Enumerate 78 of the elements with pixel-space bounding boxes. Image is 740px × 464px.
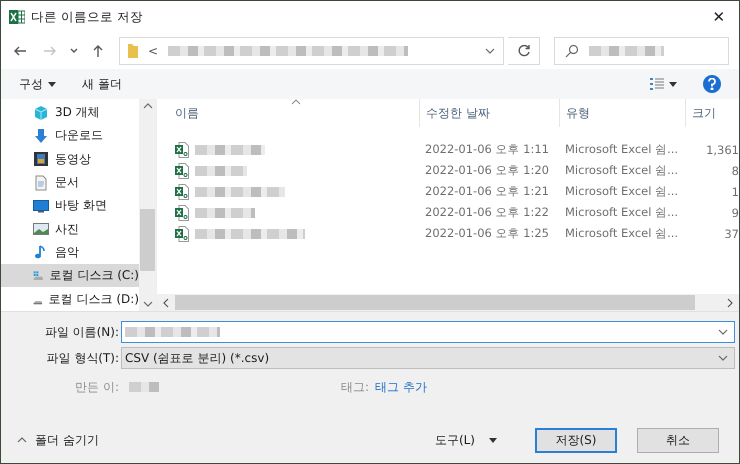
down-arrow-icon <box>33 128 49 144</box>
question-mark-icon <box>708 78 716 90</box>
back-arrow-icon <box>13 44 27 58</box>
chevron-down-icon <box>718 355 728 361</box>
field-label: 태그: <box>340 378 370 396</box>
tools-menu[interactable]: 도구(L) <box>428 430 503 450</box>
caret-icon <box>669 82 677 86</box>
vertical-scrollbar[interactable] <box>139 99 156 311</box>
sidebar-item[interactable]: 사진 <box>1 217 139 241</box>
field-label: 만든 이: <box>74 378 120 396</box>
search-icon <box>565 44 579 58</box>
pixelated-block <box>195 144 265 154</box>
caret-icon <box>48 82 56 86</box>
sidebar-item[interactable]: 문서 <box>1 170 139 194</box>
folder-icon <box>128 43 138 59</box>
document-icon <box>33 174 49 191</box>
cube-icon <box>33 104 49 121</box>
excel-file-icon <box>175 162 189 178</box>
sidebar-item[interactable]: 음악 <box>1 240 139 264</box>
column-header[interactable]: 수정한 날짜 <box>419 99 559 127</box>
chevron-left-icon <box>163 298 169 308</box>
sidebar-item[interactable]: 로컬 디스크 (D:) <box>1 287 139 311</box>
new-folder-button[interactable]: 새 폴더 <box>82 74 122 94</box>
filetype-combo[interactable]: CSV (쉼표로 분리) (*.csv) <box>121 347 735 369</box>
file-row[interactable]: 2022-01-06 오후 1:22 Microsoft Excel 쉼... 9 <box>157 202 739 223</box>
file-row[interactable]: 2022-01-06 오후 1:20 Microsoft Excel 쉼... 8 <box>157 160 739 181</box>
field-label: 파일 이름(N): <box>44 324 120 340</box>
column-header[interactable]: 크기 <box>685 99 739 127</box>
file-row[interactable]: 2022-01-06 오후 1:21 Microsoft Excel 쉼... 1 <box>157 181 739 202</box>
horizontal-scrollbar[interactable] <box>157 294 739 311</box>
view-options-button[interactable] <box>650 75 677 93</box>
film-icon <box>33 151 49 168</box>
hide-folders-button[interactable]: 폴더 숨기기 <box>11 430 105 450</box>
sidebar-item[interactable]: 바탕 화면 <box>1 194 139 218</box>
address-bar[interactable]: < <box>119 37 504 65</box>
field-label: 파일 형식(T): <box>45 350 120 366</box>
pixelated-block <box>195 166 247 176</box>
column-header[interactable]: 이름 <box>157 99 419 127</box>
details-view-icon <box>650 77 664 91</box>
filename-combo[interactable] <box>121 321 735 343</box>
file-row[interactable]: 2022-01-06 오후 1:11 Microsoft Excel 쉼... 1,361 <box>157 139 739 160</box>
pixelated-block <box>195 208 255 218</box>
column-header[interactable]: 유형 <box>559 99 685 127</box>
close-button[interactable]: ✕ <box>699 2 739 32</box>
window-title: 다른 이름으로 저장 <box>31 8 144 26</box>
sidebar-item[interactable]: 로컬 디스크 (C:) <box>1 264 139 288</box>
help-button[interactable] <box>703 75 721 93</box>
forward-arrow-icon <box>43 44 57 58</box>
refresh-button[interactable] <box>508 37 540 65</box>
sort-ascending-icon <box>291 99 301 105</box>
up-arrow-icon <box>91 44 105 58</box>
chevron-down-icon <box>142 301 152 307</box>
excel-file-icon <box>175 226 189 242</box>
save-button[interactable]: 저장(S) <box>535 428 617 452</box>
excel-file-icon <box>175 204 189 220</box>
sidebar-item[interactable]: 다운로드 <box>1 124 139 148</box>
excel-file-icon <box>175 142 189 158</box>
excel-logo-icon <box>9 10 25 24</box>
chevron-down-icon <box>70 48 78 54</box>
chevron-down-icon <box>485 48 495 54</box>
sidebar-item[interactable]: 3D 개체 <box>1 101 139 124</box>
drive-icon <box>33 300 43 306</box>
chevron-right-icon <box>727 298 733 308</box>
add-tag-link[interactable]: 태그 추가 <box>375 378 427 396</box>
refresh-icon <box>516 44 530 58</box>
search-field[interactable] <box>554 37 729 65</box>
pixelated-block <box>129 382 159 392</box>
chevron-up-icon <box>17 437 27 443</box>
monitor-icon <box>33 198 49 214</box>
chevron-down-icon <box>718 329 728 335</box>
chevron-up-icon <box>142 103 152 109</box>
file-row[interactable]: 2022-01-06 오후 1:25 Microsoft Excel 쉼... 37 <box>157 223 739 244</box>
organize-menu[interactable]: 구성 <box>19 74 56 94</box>
excel-file-icon <box>175 184 189 200</box>
landscape-icon <box>33 221 49 238</box>
cancel-button[interactable]: 취소 <box>637 428 719 452</box>
caret-icon <box>489 438 497 442</box>
sidebar-item[interactable]: 동영상 <box>1 148 139 171</box>
